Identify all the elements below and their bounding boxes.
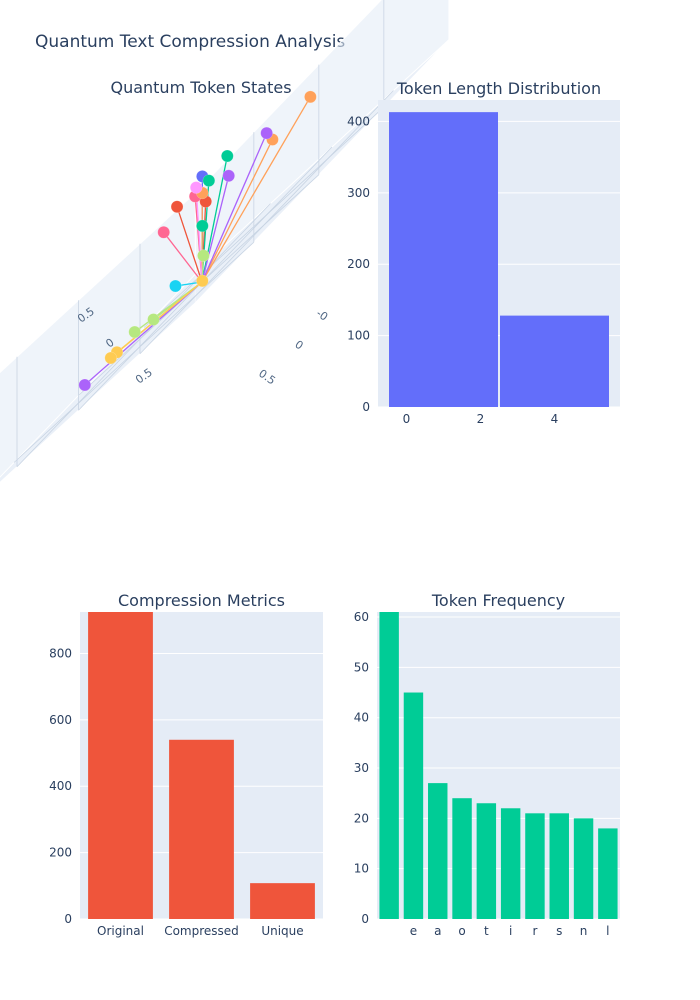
quantum-states-title: Quantum Token States (110, 78, 291, 97)
compression-metrics-x-tick-label: Compressed (164, 924, 239, 938)
token-frequency-bar[interactable] (379, 612, 399, 919)
state-point[interactable] (304, 90, 317, 104)
token-length-title: Token Length Distribution (396, 79, 601, 98)
token-frequency-bar[interactable] (525, 813, 545, 919)
token-frequency-y-tick-label: 0 (361, 912, 369, 926)
state-point[interactable] (202, 174, 216, 187)
3d-axis-tick-label: 0 (292, 338, 305, 353)
compression-metrics-y-tick-label: 400 (49, 779, 72, 793)
token-length-y-tick-label: 100 (347, 329, 370, 343)
compression-metrics-bar[interactable] (250, 883, 315, 919)
state-point[interactable] (78, 378, 92, 392)
token-frequency-x-tick-label: a (434, 924, 441, 938)
token-length-panel: 0 100 200 300 400 0 2 4 Token Length Distributio… (347, 79, 620, 426)
state-point[interactable] (196, 274, 209, 288)
token-frequency-y-tick-label: 40 (354, 711, 369, 725)
token-frequency-x-tick-label: i (509, 924, 512, 938)
state-point[interactable] (104, 351, 118, 365)
state-point[interactable] (169, 279, 182, 293)
token-length-x-tick-label: 0 (403, 412, 411, 426)
state-point[interactable] (157, 226, 170, 239)
3d-axis-tick-label: -0 (314, 307, 330, 324)
token-frequency-bar[interactable] (428, 783, 448, 919)
token-length-bar[interactable] (389, 112, 498, 407)
token-frequency-y-tick-label: 30 (354, 761, 369, 775)
token-frequency-x-tick-label: e (410, 924, 417, 938)
token-frequency-x-tick-label: t (484, 924, 489, 938)
token-frequency-bar[interactable] (452, 798, 472, 919)
3d-axis-tick-label: 0.5 (133, 366, 155, 387)
compression-metrics-x-tick-label: Original (97, 924, 144, 938)
token-frequency-x-tick-label: s (556, 924, 562, 938)
state-point[interactable] (221, 149, 234, 163)
compression-metrics-title: Compression Metrics (118, 591, 285, 610)
token-frequency-x-tick-label: o (458, 924, 465, 938)
token-length-x-tick-label: 2 (477, 412, 485, 426)
state-point[interactable] (197, 249, 210, 262)
token-frequency-bar[interactable] (573, 818, 594, 919)
compression-metrics-bar[interactable] (169, 739, 234, 919)
state-point[interactable] (196, 219, 209, 233)
token-length-x-tick-label: 4 (551, 412, 559, 426)
compression-metrics-panel: 0 200 400 600 800 Original Compressed Unique Com… (49, 591, 323, 938)
token-frequency-y-tick-label: 50 (354, 660, 369, 674)
token-frequency-x-tick-label: l (606, 924, 609, 938)
token-frequency-bar[interactable] (598, 828, 618, 919)
state-point[interactable] (128, 325, 141, 339)
token-length-y-tick-label: 0 (362, 400, 370, 414)
token-frequency-y-tick-label: 60 (354, 610, 369, 624)
compression-metrics-y-tick-label: 800 (49, 646, 72, 660)
chart-canvas: Quantum Token States0.500.5-000.50100200… (0, 0, 620, 938)
state-point[interactable] (222, 169, 235, 183)
token-frequency-bar[interactable] (500, 808, 521, 919)
token-length-y-tick-label: 200 (347, 257, 370, 271)
state-point[interactable] (260, 126, 273, 140)
token-frequency-title: Token Frequency (431, 591, 565, 610)
state-point[interactable] (189, 181, 203, 194)
token-length-y-tick-label: 400 (347, 114, 370, 128)
compression-metrics-bar[interactable] (88, 612, 153, 919)
token-frequency-x-tick-label: r (532, 924, 537, 938)
compression-metrics-y-tick-label: 0 (64, 912, 72, 926)
compression-metrics-y-tick-label: 200 (49, 846, 72, 860)
back-wall-left (0, 191, 196, 484)
3d-axis-tick-label: 0.5 (256, 367, 278, 388)
token-frequency-bar[interactable] (476, 803, 497, 919)
state-point[interactable] (170, 200, 184, 213)
token-length-y-tick-label: 300 (347, 186, 370, 200)
token-frequency-panel: 0 10 20 30 40 50 60 e a o t i r s n l Token Frequency (354, 591, 620, 938)
compression-metrics-x-tick-label: Unique (261, 924, 303, 938)
token-frequency-x-tick-label: n (580, 924, 588, 938)
compression-metrics-y-tick-label: 600 (49, 713, 72, 727)
state-point[interactable] (147, 313, 160, 326)
token-frequency-y-tick-label: 10 (354, 862, 369, 876)
token-length-bar[interactable] (500, 315, 609, 407)
token-frequency-bar[interactable] (403, 692, 424, 919)
token-frequency-bar[interactable] (549, 813, 569, 919)
token-frequency-y-tick-label: 20 (354, 811, 369, 825)
